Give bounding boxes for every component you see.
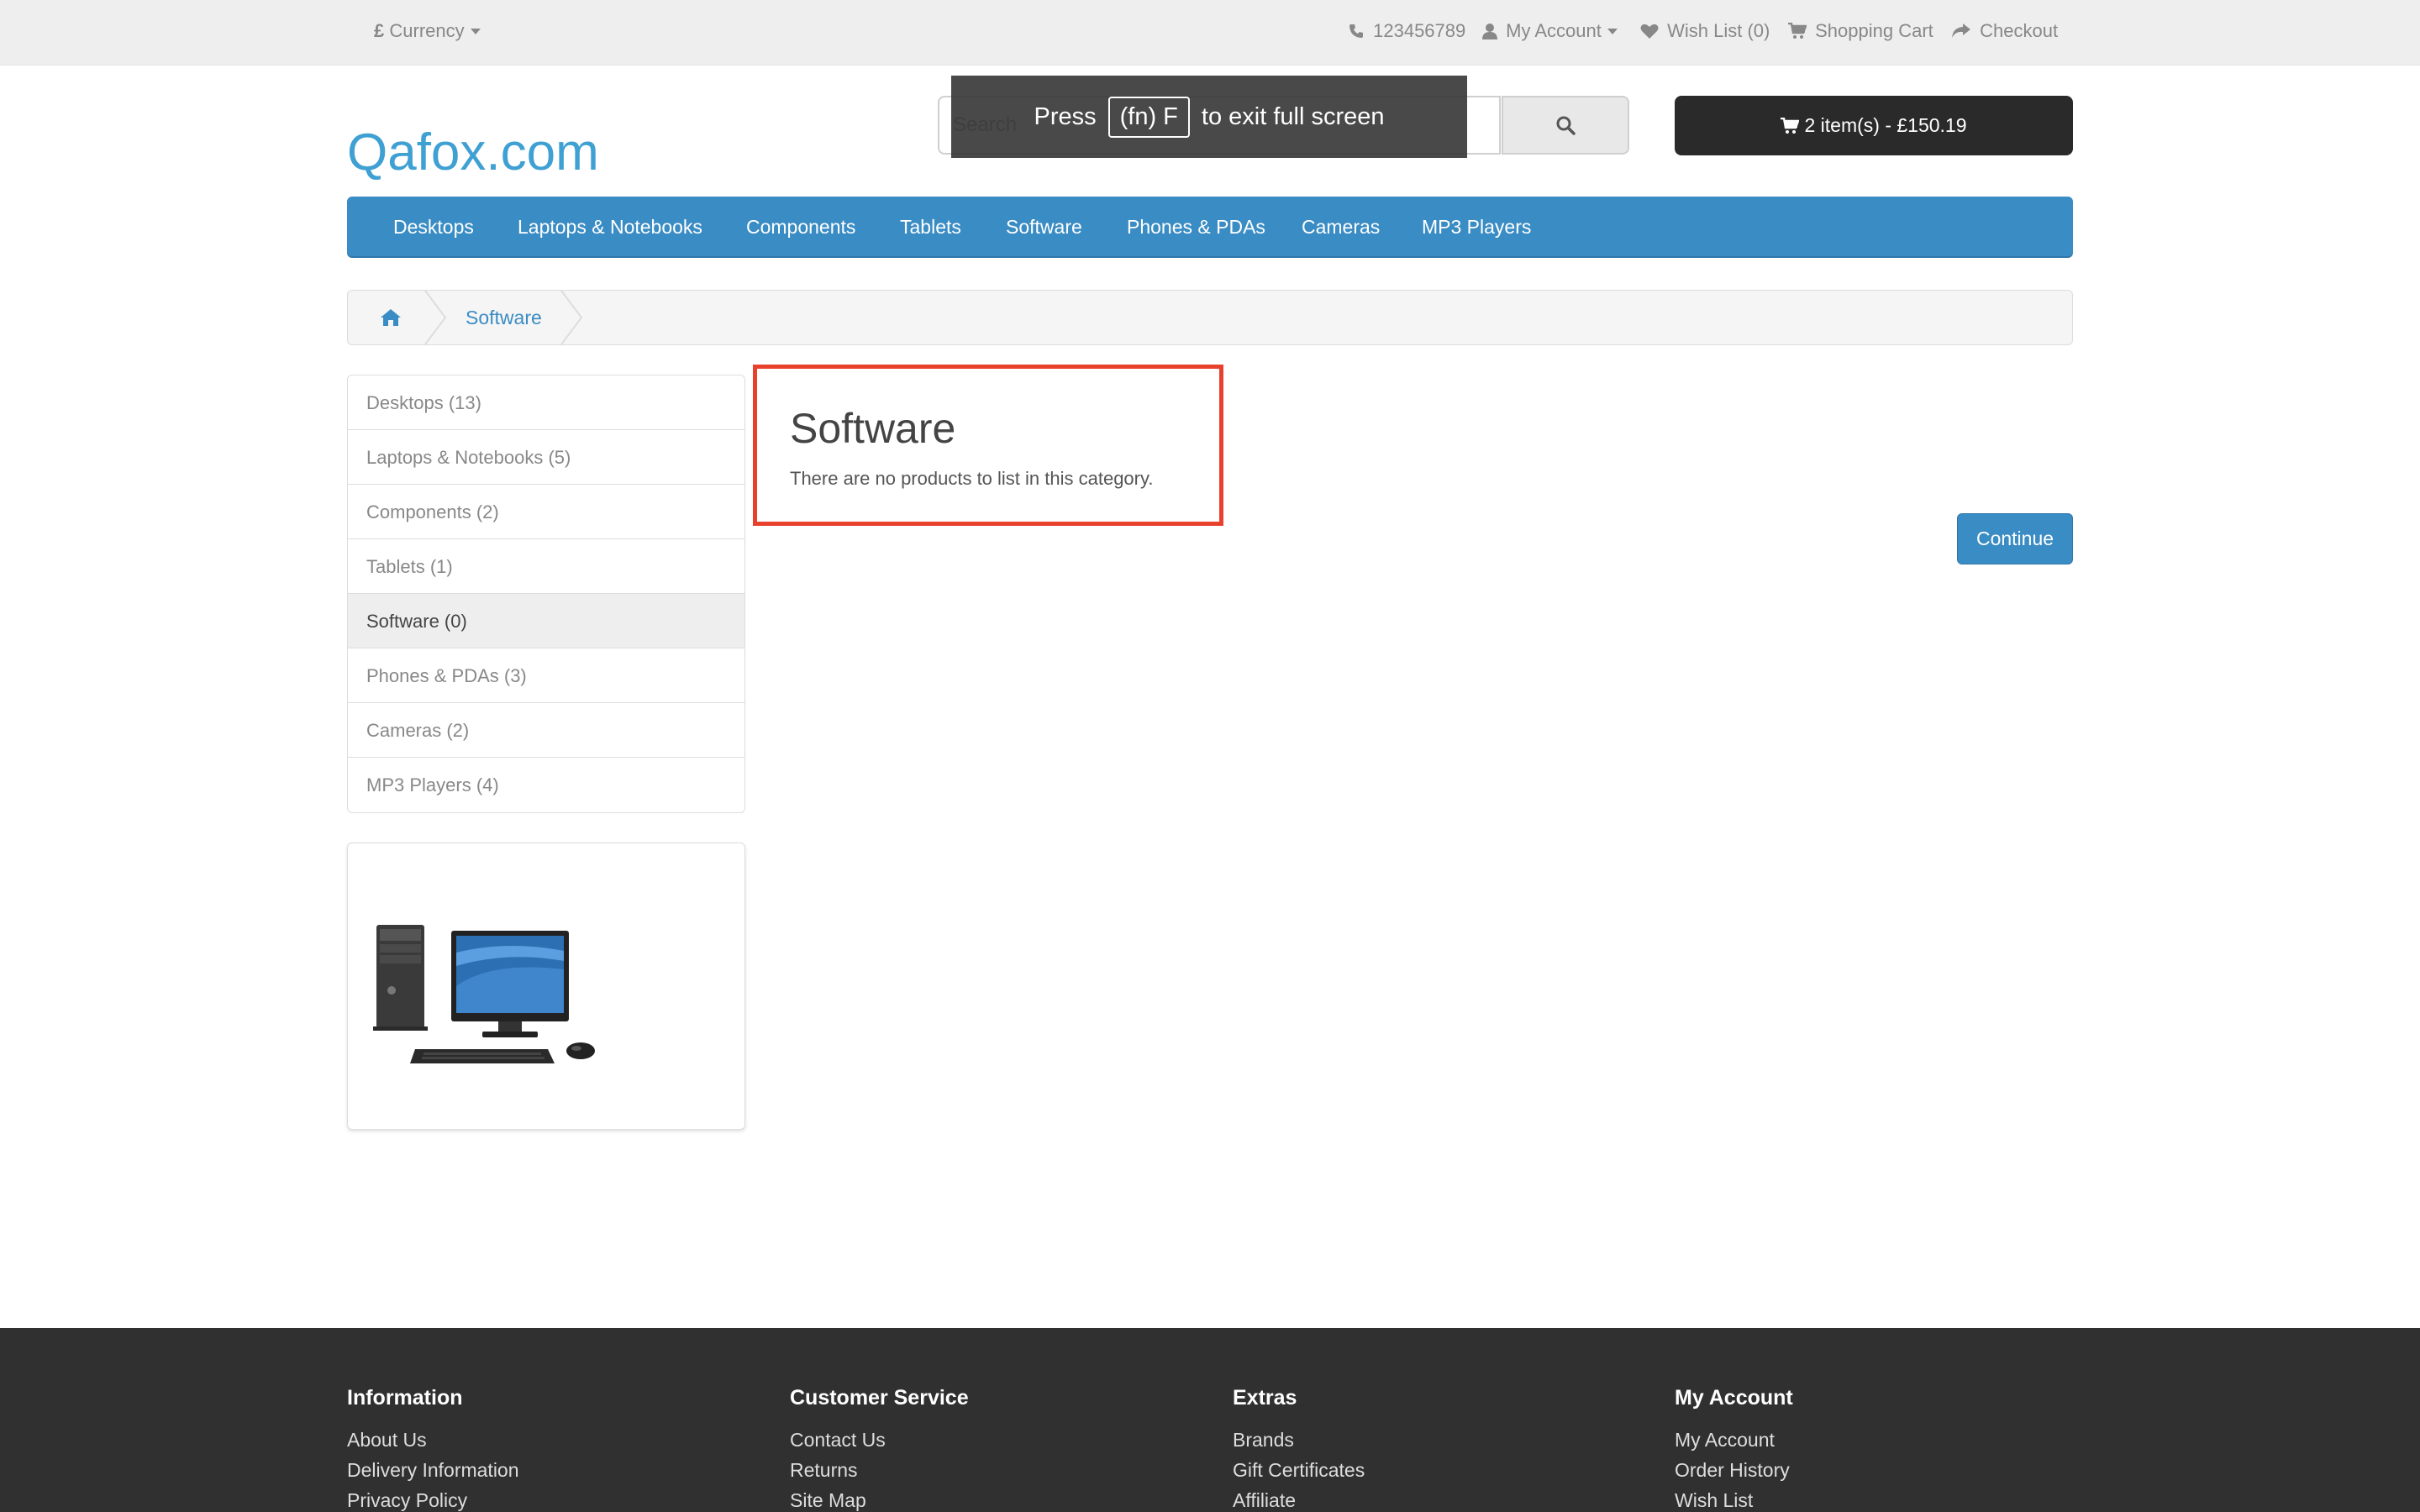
- continue-button[interactable]: Continue: [1957, 513, 2073, 564]
- footer-link-gift-certificates[interactable]: Gift Certificates: [1233, 1459, 1365, 1482]
- cart-icon: [1781, 117, 1800, 134]
- wish-list-link[interactable]: Wish List (0): [1640, 18, 1770, 44]
- footer-link-site-map[interactable]: Site Map: [790, 1489, 866, 1512]
- shopping-cart-label: Shopping Cart: [1815, 20, 1933, 41]
- caret-down-icon: [470, 29, 481, 34]
- footer-link-my-account[interactable]: My Account: [1675, 1429, 1775, 1452]
- category-list: Desktops (13) Laptops & Notebooks (5) Co…: [347, 375, 745, 813]
- menu-item-cameras[interactable]: Cameras: [1302, 197, 1380, 257]
- empty-category-message: There are no products to list in this ca…: [790, 468, 1154, 489]
- footer-link-returns[interactable]: Returns: [790, 1459, 858, 1482]
- search-button[interactable]: [1502, 96, 1629, 155]
- overlay-key-badge: (fn) F: [1107, 96, 1190, 138]
- my-account-label: My Account: [1506, 20, 1602, 41]
- phone-link[interactable]: 123456789: [1348, 18, 1465, 44]
- footer-link-affiliate[interactable]: Affiliate: [1233, 1489, 1296, 1512]
- menu-item-desktops[interactable]: Desktops: [393, 197, 474, 257]
- heart-icon: [1640, 24, 1659, 39]
- menu-item-software[interactable]: Software: [1006, 197, 1082, 257]
- footer-heading-my-account: My Account: [1675, 1386, 1793, 1410]
- main-menu: Desktops Laptops & Notebooks Components …: [347, 197, 2073, 258]
- pound-icon: £: [374, 20, 385, 41]
- my-account-dropdown[interactable]: My Account: [1482, 18, 1618, 44]
- checkout-link[interactable]: Checkout: [1951, 18, 2058, 44]
- footer-heading-customer-service: Customer Service: [790, 1386, 969, 1410]
- footer-link-wish-list[interactable]: Wish List: [1675, 1489, 1753, 1512]
- footer-heading-extras: Extras: [1233, 1386, 1297, 1410]
- overlay-message: to exit full screen: [1201, 102, 1385, 130]
- menu-item-laptops-notebooks[interactable]: Laptops & Notebooks: [518, 197, 702, 257]
- footer-link-privacy-policy[interactable]: Privacy Policy: [347, 1489, 467, 1512]
- footer-link-contact-us[interactable]: Contact Us: [790, 1429, 886, 1452]
- cart-icon: [1788, 22, 1807, 39]
- footer-heading-information: Information: [347, 1386, 463, 1410]
- cart-summary-button[interactable]: 2 item(s) - £150.19: [1675, 96, 2073, 155]
- wish-list-label: Wish List (0): [1667, 20, 1770, 41]
- footer-link-delivery-information[interactable]: Delivery Information: [347, 1459, 519, 1482]
- fullscreen-exit-overlay: Press (fn) F to exit full screen: [951, 76, 1467, 158]
- phone-number: 123456789: [1373, 20, 1466, 41]
- category-desktops[interactable]: Desktops (13): [348, 375, 744, 430]
- desktop-computer-image: [373, 925, 595, 1063]
- menu-item-mp3-players[interactable]: MP3 Players: [1422, 197, 1531, 257]
- share-icon: [1952, 24, 1970, 38]
- top-bar: £ Currency 123456789 My Account Wish Lis…: [0, 0, 2420, 66]
- page-title: Software: [790, 405, 956, 452]
- category-mp3-players[interactable]: MP3 Players (4): [348, 758, 744, 812]
- home-icon[interactable]: [380, 307, 402, 332]
- cart-summary-label: 2 item(s) - £150.19: [1804, 114, 1967, 136]
- breadcrumb-software-link[interactable]: Software: [466, 291, 542, 344]
- footer: [0, 1328, 2420, 1512]
- footer-link-brands[interactable]: Brands: [1233, 1429, 1294, 1452]
- overlay-press-text: Press: [1034, 102, 1097, 130]
- menu-item-components[interactable]: Components: [746, 197, 855, 257]
- breadcrumb: Software: [347, 290, 2073, 345]
- footer-link-about-us[interactable]: About Us: [347, 1429, 427, 1452]
- menu-item-phones-pdas[interactable]: Phones & PDAs: [1127, 197, 1265, 257]
- currency-dropdown[interactable]: £ Currency: [374, 18, 481, 44]
- shopping-cart-link[interactable]: Shopping Cart: [1788, 18, 1933, 44]
- category-phones-pdas[interactable]: Phones & PDAs (3): [348, 648, 744, 703]
- desktop-banner[interactable]: [347, 843, 745, 1130]
- category-cameras[interactable]: Cameras (2): [348, 703, 744, 758]
- footer-link-order-history[interactable]: Order History: [1675, 1459, 1790, 1482]
- category-software-active[interactable]: Software (0): [348, 594, 744, 648]
- category-tablets[interactable]: Tablets (1): [348, 539, 744, 594]
- phone-icon: [1349, 24, 1363, 38]
- caret-down-icon: [1607, 29, 1618, 34]
- category-laptops-notebooks[interactable]: Laptops & Notebooks (5): [348, 430, 744, 485]
- category-components[interactable]: Components (2): [348, 485, 744, 539]
- breadcrumb-separator: [560, 291, 583, 344]
- site-logo[interactable]: Qafox.com: [347, 119, 599, 186]
- search-icon: [1556, 116, 1576, 135]
- checkout-label: Checkout: [1980, 20, 2059, 41]
- user-icon: [1482, 24, 1497, 39]
- menu-item-tablets[interactable]: Tablets: [900, 197, 961, 257]
- breadcrumb-separator: [424, 291, 447, 344]
- currency-label: Currency: [389, 20, 465, 41]
